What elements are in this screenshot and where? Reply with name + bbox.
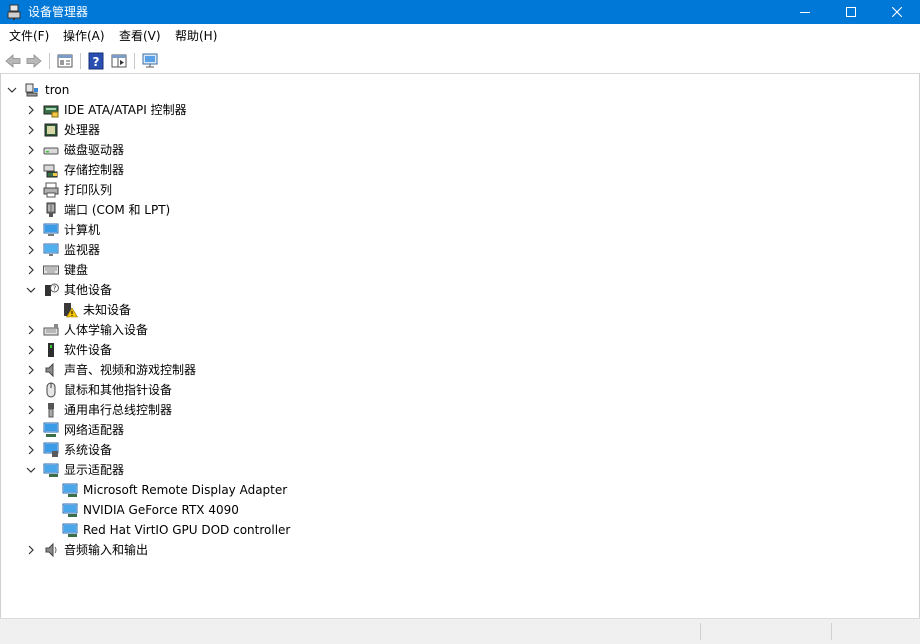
status-cell [831,623,920,640]
chevron-right-icon[interactable] [26,165,36,175]
chevron-right-icon[interactable] [26,425,36,435]
tree-child-label: NVIDIA GeForce RTX 4090 [83,503,239,517]
tree-node-label: 通用串行总线控制器 [64,403,173,417]
tree-node-label: 人体学输入设备 [64,323,149,337]
chevron-right-icon[interactable] [26,405,36,415]
tree-node-label: 网络适配器 [64,423,125,437]
maximize-icon [846,7,856,17]
chevron-right-icon[interactable] [26,145,36,155]
ide-controller-icon [43,105,59,118]
chevron-right-icon[interactable] [26,385,36,395]
menu-bar: 文件(F) 操作(A) 查看(V) 帮助(H) [0,24,920,48]
status-bar [0,618,920,644]
tree-node-label: 系统设备 [64,443,113,457]
close-icon [892,7,902,17]
tree-node-label: 端口 (COM 和 LPT) [64,203,171,217]
chevron-right-icon[interactable] [26,325,36,335]
chevron-right-icon[interactable] [26,225,36,235]
tree-node-label: 声音、视频和游戏控制器 [64,363,197,377]
computer-icon [43,223,59,236]
tree-child-label: 未知设备 [83,303,132,317]
system-device-icon [43,442,59,457]
tree-node-label: 显示适配器 [64,463,125,477]
tree-node-label: 音频输入和输出 [64,543,149,557]
menu-file[interactable]: 文件(F) [9,28,49,44]
chevron-right-icon[interactable] [26,345,36,355]
window-title: 设备管理器 [28,5,89,19]
audio-io-icon [45,542,57,558]
minimize-button[interactable] [782,0,828,24]
tree-node-label: 软件设备 [64,343,113,357]
mouse-icon [46,382,56,398]
printer-icon [43,182,59,198]
chevron-right-icon[interactable] [26,125,36,135]
warning-device-icon [64,303,78,318]
toolbar: ? [0,48,920,74]
properties-icon[interactable] [56,52,74,70]
processor-icon [44,123,58,137]
chevron-right-icon[interactable] [26,445,36,455]
scan-hardware-icon[interactable] [141,52,159,70]
tree-node-label: IDE ATA/ATAPI 控制器 [64,103,187,117]
chevron-down-icon[interactable] [26,465,36,475]
menu-help[interactable]: 帮助(H) [175,28,217,44]
chevron-right-icon[interactable] [26,245,36,255]
close-button[interactable] [874,0,920,24]
tree-node-label: 计算机 [64,223,101,237]
tree-node-label: 监视器 [64,243,101,257]
keyboard-icon [43,265,59,275]
display-adapter-icon [62,483,78,497]
display-adapter-icon [43,463,59,477]
usb-icon [48,403,54,418]
monitor-icon [43,243,59,256]
hid-icon [43,324,59,336]
display-adapter-icon [62,503,78,517]
device-tree[interactable]: tron IDE ATA/ATAPI 控制器 处理器磁盘驱动器存储控制器打印队列端… [0,74,920,619]
menu-view[interactable]: 查看(V) [119,28,161,44]
unknown-device-icon: ? [45,283,59,296]
device-manager-icon [7,4,21,20]
chevron-right-icon[interactable] [26,185,36,195]
storage-controller-icon [43,164,58,178]
chevron-down-icon[interactable] [7,85,17,95]
port-icon [46,202,56,217]
title-bar: 设备管理器 [0,0,920,24]
toolbar-separator [134,53,135,69]
tree-root-label: tron [45,83,70,97]
computer-root-icon [25,83,38,97]
tree-node-label: 键盘 [64,263,89,277]
help-icon[interactable]: ? [87,52,105,70]
display-adapter-icon [62,523,78,537]
chevron-right-icon[interactable] [26,205,36,215]
tree-node-label: 鼠标和其他指针设备 [64,383,173,397]
status-cell [700,623,831,640]
disk-drive-icon [43,147,59,155]
speaker-icon [45,362,54,378]
software-device-icon [48,343,54,357]
toolbar-separator [80,53,81,69]
tree-child-label: Red Hat VirtIO GPU DOD controller [83,523,291,537]
tree-node-label: 磁盘驱动器 [64,143,125,157]
forward-arrow-icon[interactable] [25,52,43,70]
menu-action[interactable]: 操作(A) [63,28,105,44]
chevron-right-icon[interactable] [26,365,36,375]
tree-node-label: 存储控制器 [64,163,125,177]
back-arrow-icon[interactable] [4,52,22,70]
chevron-down-icon[interactable] [26,285,36,295]
chevron-right-icon[interactable] [26,105,36,115]
tree-child-label: Microsoft Remote Display Adapter [83,483,288,497]
view-pane-icon[interactable] [110,52,128,70]
toolbar-separator [49,53,50,69]
tree-node-label: 打印队列 [64,183,113,197]
svg-text:?: ? [53,285,57,293]
network-adapter-icon [43,422,59,437]
maximize-button[interactable] [828,0,874,24]
tree-node-label: 处理器 [64,123,101,137]
tree-node-label: 其他设备 [64,283,113,297]
chevron-right-icon[interactable] [26,545,36,555]
svg-text:?: ? [93,55,100,69]
chevron-right-icon[interactable] [26,265,36,275]
minimize-icon [800,12,810,13]
